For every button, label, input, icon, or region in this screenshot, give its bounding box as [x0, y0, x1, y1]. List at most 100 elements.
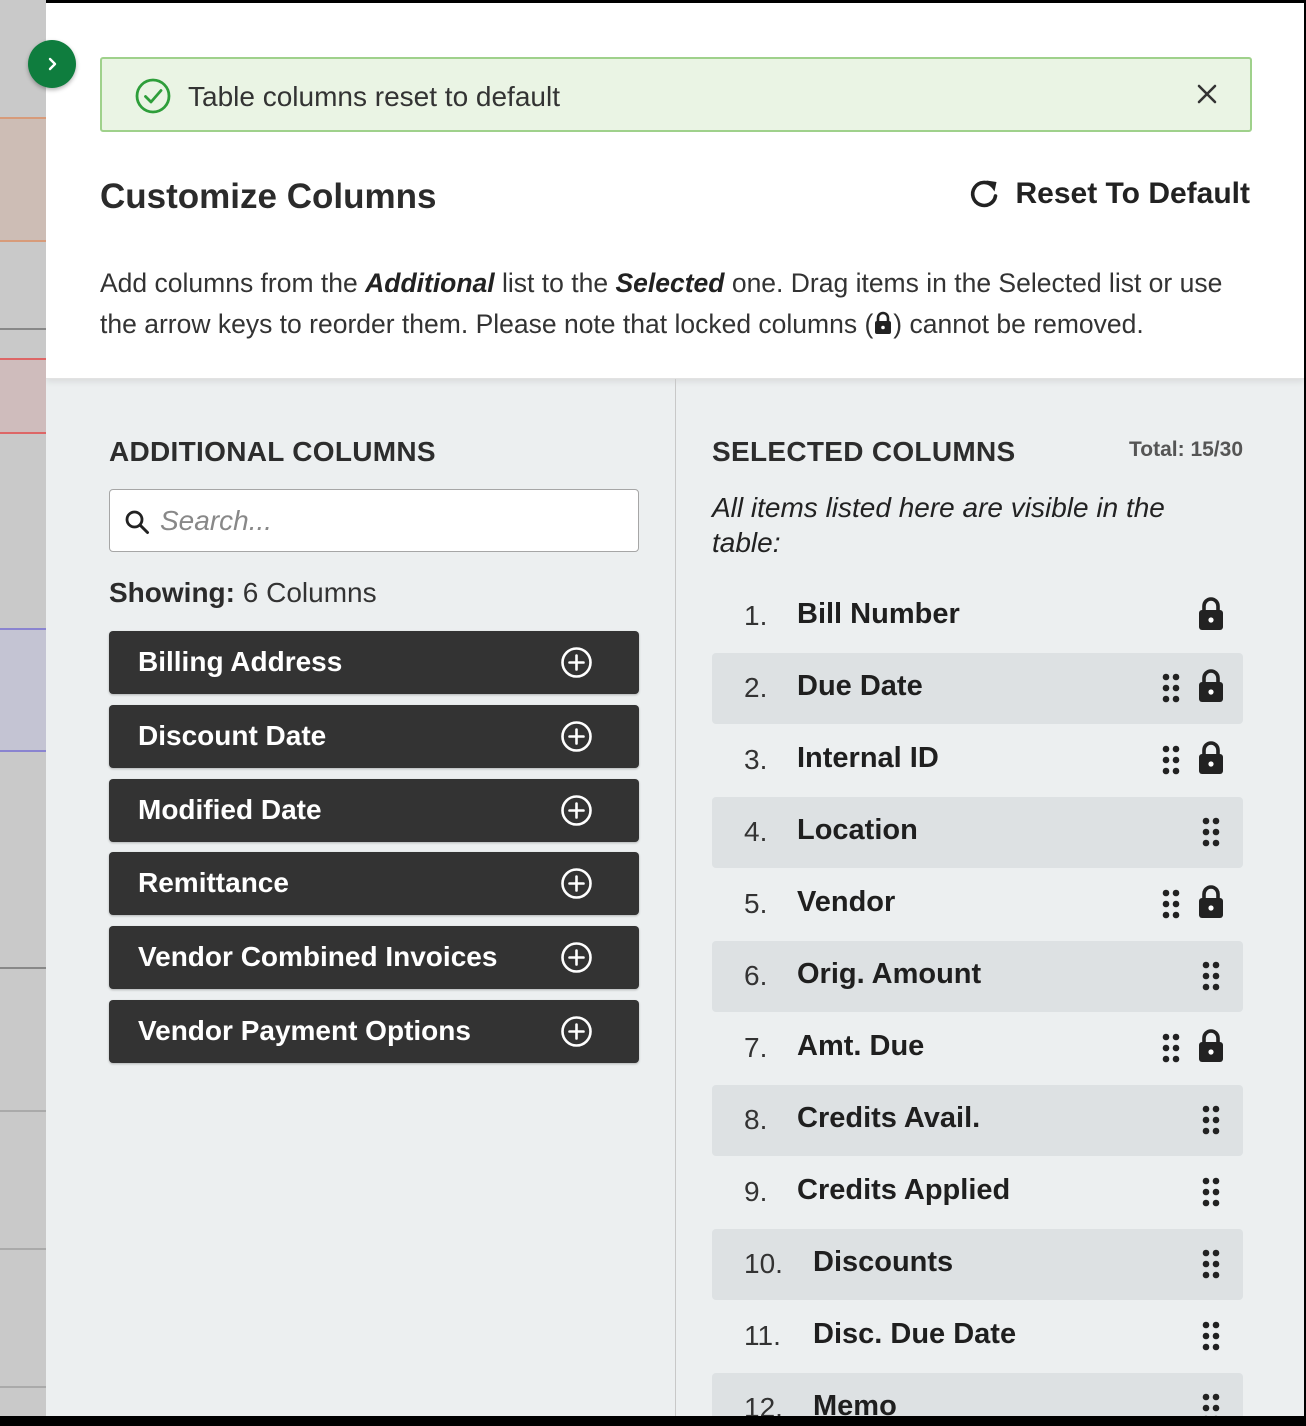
background-line: [0, 967, 46, 969]
check-circle-icon: [135, 78, 171, 114]
selected-column-row[interactable]: 6. Orig. Amount: [712, 941, 1243, 1012]
column-divider: [675, 379, 676, 1416]
drag-handle-icon[interactable]: [1162, 745, 1180, 775]
showing-label: Showing:: [109, 577, 235, 608]
lock-icon: [1199, 885, 1223, 918]
selected-columns-heading: SELECTED COLUMNS: [712, 436, 1016, 467]
background-line: [0, 358, 46, 360]
row-number: 4.: [744, 816, 768, 847]
add-column-item[interactable]: Vendor Payment Options: [109, 1000, 639, 1063]
row-number: 10.: [744, 1248, 783, 1279]
row-label: Internal ID: [797, 742, 939, 774]
selected-column-row[interactable]: 4. Location: [712, 797, 1243, 868]
success-toast: Table columns reset to default: [100, 57, 1252, 132]
row-number: 8.: [744, 1104, 768, 1135]
background-band: [0, 628, 46, 750]
desc-part: list to the: [494, 268, 616, 298]
drag-handle-icon[interactable]: [1202, 961, 1220, 991]
add-column-label: Billing Address: [138, 646, 343, 677]
add-circle-icon[interactable]: [560, 720, 593, 753]
row-label: Disc. Due Date: [813, 1318, 1017, 1350]
selected-note: All items listed here are visible in the…: [712, 492, 1165, 558]
row-label: Credits Applied: [797, 1174, 1011, 1206]
row-label: Vendor: [797, 886, 896, 918]
selected-column-row[interactable]: 12. Memo: [712, 1373, 1243, 1416]
add-circle-icon[interactable]: [560, 794, 593, 827]
background-line: [0, 117, 46, 119]
selected-column-row: 1. Bill Number: [712, 581, 1243, 652]
add-column-item[interactable]: Discount Date: [109, 705, 639, 768]
lock-icon: [875, 311, 892, 334]
desc-emphasis: Selected: [615, 268, 725, 298]
selected-column-row[interactable]: 5. Vendor: [712, 869, 1243, 940]
row-number: 5.: [744, 888, 768, 919]
selected-column-row[interactable]: 3. Internal ID: [712, 725, 1243, 796]
add-column-label: Modified Date: [138, 794, 322, 825]
selected-column-row[interactable]: 2. Due Date: [712, 653, 1243, 724]
toast-message: Table columns reset to default: [188, 81, 560, 112]
add-circle-icon[interactable]: [560, 646, 593, 679]
drag-handle-icon[interactable]: [1162, 889, 1180, 919]
drag-handle-icon[interactable]: [1202, 817, 1220, 847]
background-app: [0, 0, 46, 1416]
selected-column-row[interactable]: 7. Amt. Due: [712, 1013, 1243, 1084]
background-band: [0, 118, 46, 240]
row-number: 11.: [744, 1320, 781, 1351]
row-label: Discounts: [813, 1246, 954, 1278]
customize-columns-panel: Table columns reset to default Customize…: [46, 3, 1304, 1416]
row-label: Location: [797, 814, 918, 846]
reset-label: Reset To Default: [1015, 177, 1250, 210]
selected-column-row[interactable]: 9. Credits Applied: [712, 1157, 1243, 1228]
add-circle-icon[interactable]: [560, 941, 593, 974]
selected-total: Total: 15/30: [1129, 438, 1243, 461]
add-column-item[interactable]: Billing Address: [109, 631, 639, 694]
drag-handle-icon[interactable]: [1162, 673, 1180, 703]
panel-header: Table columns reset to default Customize…: [46, 3, 1304, 379]
close-icon[interactable]: [1194, 81, 1220, 107]
selected-column-row[interactable]: 11. Disc. Due Date: [712, 1301, 1243, 1372]
drag-handle-icon[interactable]: [1202, 1249, 1220, 1279]
add-column-label: Vendor Combined Invoices: [138, 941, 498, 972]
desc-part: ) cannot be removed.: [893, 309, 1144, 339]
background-band: [0, 358, 46, 432]
background-line: [0, 1386, 46, 1388]
row-number: 3.: [744, 744, 768, 775]
drag-handle-icon[interactable]: [1202, 1105, 1220, 1135]
drag-handle-icon[interactable]: [1202, 1393, 1220, 1416]
selected-column-row[interactable]: 10. Discounts: [712, 1229, 1243, 1300]
refresh-icon: [970, 180, 997, 208]
row-number: 9.: [744, 1176, 768, 1207]
drag-handle-icon[interactable]: [1162, 1033, 1180, 1063]
search-field[interactable]: [109, 489, 639, 552]
desc-emphasis: Additional: [365, 268, 495, 298]
row-number: 2.: [744, 672, 768, 703]
row-label: Bill Number: [797, 598, 960, 630]
background-line: [0, 1248, 46, 1250]
add-circle-icon[interactable]: [560, 1015, 593, 1048]
add-column-item[interactable]: Modified Date: [109, 779, 639, 842]
collapse-panel-button[interactable]: [28, 40, 76, 88]
drag-handle-icon[interactable]: [1202, 1177, 1220, 1207]
add-column-label: Discount Date: [138, 720, 327, 751]
add-column-item[interactable]: Vendor Combined Invoices: [109, 926, 639, 989]
showing-count: Showing: 6 Columns: [109, 577, 377, 609]
row-number: 6.: [744, 960, 768, 991]
reset-to-default-button[interactable]: Reset To Default: [968, 177, 1250, 211]
background-line: [0, 240, 46, 242]
search-input[interactable]: [160, 498, 620, 544]
page-title: Customize Columns: [100, 177, 437, 216]
row-label: Due Date: [797, 670, 923, 702]
lock-icon: [1199, 741, 1223, 774]
add-circle-icon[interactable]: [560, 867, 593, 900]
selected-column-row[interactable]: 8. Credits Avail.: [712, 1085, 1243, 1156]
chevron-right-icon: [48, 57, 57, 71]
add-column-label: Vendor Payment Options: [138, 1015, 471, 1046]
search-icon: [125, 510, 149, 534]
row-number: 7.: [744, 1032, 768, 1063]
drag-handle-icon[interactable]: [1202, 1321, 1220, 1351]
row-number: 12.: [744, 1392, 783, 1416]
add-column-item[interactable]: Remittance: [109, 852, 639, 915]
background-line: [0, 628, 46, 630]
background-line: [0, 328, 46, 330]
lock-icon: [1199, 1029, 1223, 1062]
